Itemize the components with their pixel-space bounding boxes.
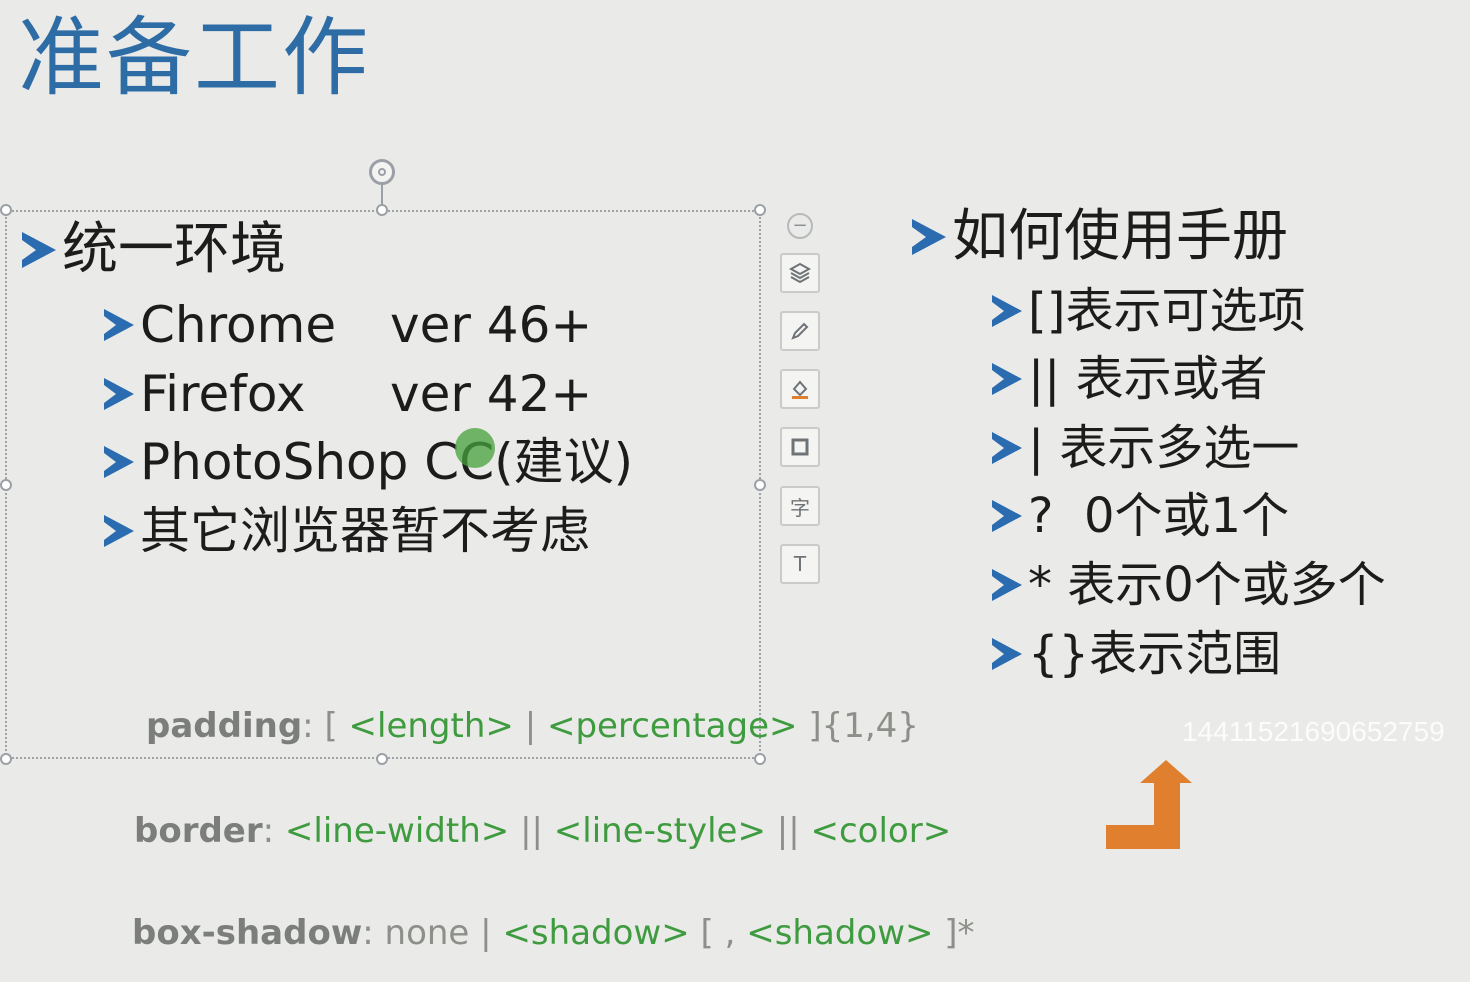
syntax-token: || [776,811,800,851]
manual-item: {}表示范围 [992,620,1281,688]
syntax-colon: : [262,811,275,851]
resize-handle-b[interactable] [376,753,388,765]
manual-item-text: {}表示范围 [1028,626,1282,682]
list-item: Chrome ver 46+ [104,291,592,359]
syntax-border: border: <line-width> || <line-style> || … [134,811,951,851]
bullet-arrow-icon [992,363,1022,395]
manual-item-text: | 表示多选一 [1028,420,1300,476]
bullet-arrow-icon [992,432,1022,464]
outline-icon[interactable] [780,427,820,467]
syntax-property: box-shadow [132,913,363,953]
font-glyph: 字 [790,495,810,520]
resize-handle-l[interactable] [0,479,12,491]
fill-icon[interactable] [780,369,820,409]
syntax-box-shadow: box-shadow: none | <shadow> [ , <shadow>… [132,913,975,953]
list-item-label: 其它浏览器暂不考虑 [140,502,590,560]
slide-title: 准备工作 [18,8,370,108]
list-item-version: ver 46+ [390,296,593,354]
bullet-arrow-icon [22,232,56,268]
syntax-colon: : [362,913,374,953]
syntax-value: <color> [810,811,952,851]
manual-item: []表示可选项 [992,277,1305,345]
syntax-property: padding [146,706,303,746]
syntax-value: <shadow> [746,913,934,953]
bullet-arrow-icon [992,638,1022,670]
resize-handle-r[interactable] [754,479,766,491]
bullet-arrow-icon [104,378,134,410]
right-heading: 如何使用手册 [912,202,1288,272]
manual-item: || 表示或者 [992,345,1268,413]
list-item-label: Chrome [140,296,337,354]
list-item-label: PhotoShop CC(建议) [140,433,634,491]
collapse-icon[interactable]: − [787,213,813,239]
syntax-colon: : [302,706,314,746]
list-item: 其它浏览器暂不考虑 [104,497,590,565]
layers-icon[interactable] [780,253,820,293]
manual-item: ? 0个或1个 [992,482,1289,550]
resize-handle-tr[interactable] [754,204,766,216]
syntax-token: ]{1,4} [808,706,919,746]
bullet-arrow-icon [992,500,1022,532]
list-item: PhotoShop CC(建议) [104,428,633,496]
manual-item-text: * 表示0个或多个 [1028,557,1386,613]
syntax-value: <length> [348,706,514,746]
list-item-version: ver 42+ [390,365,593,423]
syntax-value: <percentage> [546,706,798,746]
pen-icon[interactable] [780,311,820,351]
font-icon[interactable]: 字 [780,486,820,526]
syntax-property: border [134,811,263,851]
syntax-token: ]* [944,913,975,953]
syntax-value: <shadow> [502,913,690,953]
rotate-handle[interactable] [369,159,395,185]
resize-handle-br[interactable] [754,753,766,765]
syntax-token: [ , [700,913,736,953]
syntax-token: || [520,811,543,851]
list-item: Firefox ver 42+ [104,360,592,428]
syntax-token: none [384,913,470,953]
syntax-token: [ [324,706,338,746]
left-heading-text: 统一环境 [62,217,286,282]
orange-arrow-icon [1106,760,1192,849]
manual-item: | 表示多选一 [992,414,1299,482]
rotate-handle-stem [381,185,383,206]
syntax-token: | [480,913,492,953]
syntax-value: <line-style> [553,811,766,851]
resize-handle-t[interactable] [376,204,388,216]
resize-handle-bl[interactable] [0,753,12,765]
mouse-cursor-highlight [455,428,495,468]
bullet-arrow-icon [104,515,134,547]
manual-item-text: []表示可选项 [1028,283,1306,339]
manual-item: * 表示0个或多个 [992,551,1386,619]
syntax-padding: padding: [ <length> | <percentage> ]{1,4… [146,706,919,746]
manual-item-text: || 表示或者 [1028,351,1268,407]
list-item-label: Firefox [140,365,306,423]
right-heading-text: 如何使用手册 [952,204,1288,269]
text-style-glyph: T [793,552,807,576]
syntax-token: | [524,706,537,746]
bullet-arrow-icon [104,446,134,478]
watermark-id: 144115216906527​59 [1182,716,1445,747]
manual-item-text: ? 0个或1个 [1028,488,1290,544]
bullet-arrow-icon [912,219,946,255]
resize-handle-tl[interactable] [0,204,12,216]
text-style-icon[interactable]: T [780,544,820,584]
bullet-arrow-icon [992,569,1022,601]
syntax-value: <line-width> [284,811,510,851]
left-heading: 统一环境 [22,215,286,285]
bullet-arrow-icon [104,309,134,341]
bullet-arrow-icon [992,295,1022,327]
